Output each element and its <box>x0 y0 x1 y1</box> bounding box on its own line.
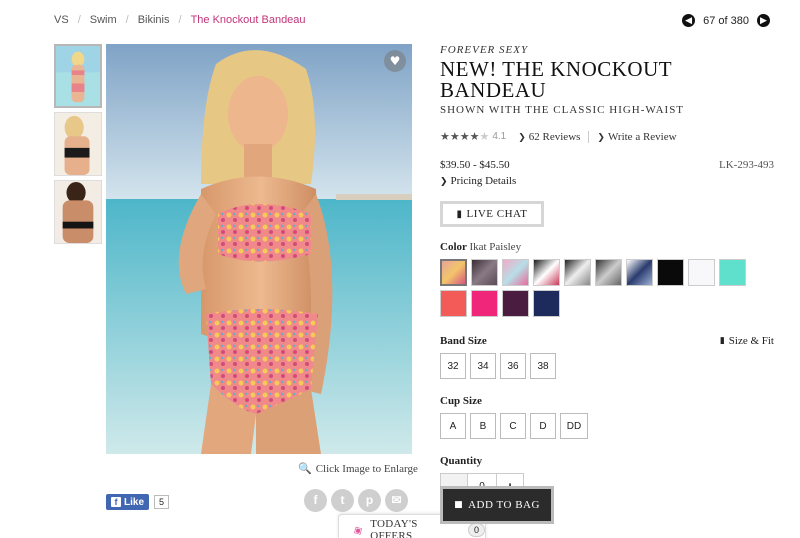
rating-row: ★★★★★ 4.1 ❯ 62 Reviews ❯ Write a Review <box>440 130 774 143</box>
pager-count: 67 of 380 <box>703 14 749 27</box>
cup-size-option-a[interactable]: A <box>440 413 466 439</box>
band-size-option-36[interactable]: 36 <box>500 353 526 379</box>
chevron-right-icon: ❯ <box>597 132 605 143</box>
band-size-label: Band Size <box>440 335 487 347</box>
write-review-label: Write a Review <box>607 130 677 143</box>
add-to-bag-label: ADD TO BAG <box>468 499 540 511</box>
chevron-right-icon[interactable]: ▶ <box>757 14 770 27</box>
cup-size-options: A B C D DD <box>440 413 774 439</box>
color-swatch-animal-print[interactable] <box>471 259 498 286</box>
divider <box>588 130 590 143</box>
color-swatch-turquoise[interactable] <box>719 259 746 286</box>
color-swatch-black[interactable] <box>657 259 684 286</box>
twitter-share-icon[interactable]: t <box>331 489 354 512</box>
color-swatch-ikat-paisley[interactable] <box>440 259 467 286</box>
color-swatch-white[interactable] <box>688 259 715 286</box>
facebook-like-button[interactable]: f Like <box>106 494 150 510</box>
product-price: $39.50 - $45.50 <box>440 159 510 171</box>
breadcrumb-separator: / <box>125 14 129 26</box>
enlarge-link[interactable]: 🔍 Click Image to Enlarge <box>298 462 418 475</box>
rating-value: 4.1 <box>492 131 507 142</box>
price-row: $39.50 - $45.50 LK-293-493 <box>440 159 774 171</box>
main-product-image[interactable]: ♥ <box>106 44 412 454</box>
band-size-options: 32 34 36 38 <box>440 353 774 379</box>
band-size-option-32[interactable]: 32 <box>440 353 466 379</box>
product-pager: ◀ 67 of 380 ▶ <box>682 14 770 27</box>
live-chat-button[interactable]: ▮ LIVE CHAT <box>440 201 544 227</box>
thumbnail-3[interactable] <box>54 180 102 244</box>
price-tag-icon: ◈ <box>350 521 366 538</box>
cup-size-label: Cup Size <box>440 395 482 407</box>
size-fit-link[interactable]: ▮ Size & Fit <box>720 335 774 347</box>
cup-size-option-dd[interactable]: DD <box>560 413 588 439</box>
live-chat-label: LIVE CHAT <box>466 208 528 220</box>
reviews-link[interactable]: ❯ 62 Reviews <box>518 131 580 143</box>
breadcrumb-separator: / <box>77 14 81 26</box>
color-swatch-stripe[interactable] <box>533 259 560 286</box>
lock-icon: ■ <box>454 500 464 510</box>
cup-size-option-c[interactable]: C <box>500 413 526 439</box>
thumbnail-2[interactable] <box>54 112 102 176</box>
cup-size-option-d[interactable]: D <box>530 413 556 439</box>
enlarge-label: Click Image to Enlarge <box>315 462 418 475</box>
color-label: Color Ikat Paisley <box>440 241 774 253</box>
wishlist-heart-icon[interactable]: ♥ <box>384 50 406 72</box>
band-size-option-38[interactable]: 38 <box>530 353 556 379</box>
thumbnail-1[interactable] <box>54 44 102 108</box>
color-selected-value: Ikat Paisley <box>469 241 522 253</box>
product-details-panel: FOREVER SEXY NEW! THE KNOCKOUT BANDEAU S… <box>440 44 774 499</box>
breadcrumb: VS / Swim / Bikinis / The Knockout Bande… <box>54 14 306 26</box>
size-fit-label: Size & Fit <box>728 335 774 347</box>
color-swatch-hot-pink[interactable] <box>471 290 498 317</box>
chevron-right-icon: ❯ <box>518 132 526 143</box>
chevron-left-icon[interactable]: ◀ <box>682 14 696 27</box>
breadcrumb-vs[interactable]: VS <box>54 14 69 26</box>
breadcrumb-bikinis[interactable]: Bikinis <box>138 14 170 26</box>
breadcrumb-current: The Knockout Bandeau <box>190 14 306 26</box>
breadcrumb-separator: / <box>178 14 182 26</box>
product-sku: LK-293-493 <box>719 159 774 171</box>
star-rating: ★★★★★ <box>440 130 490 143</box>
band-size-option-34[interactable]: 34 <box>470 353 496 379</box>
facebook-icon: f <box>111 497 121 507</box>
breadcrumb-swim[interactable]: Swim <box>90 14 117 26</box>
facebook-like-label: Like <box>124 496 145 508</box>
thumbnail-list <box>54 44 102 248</box>
color-swatch-plum[interactable] <box>502 290 529 317</box>
color-label-text: Color <box>440 241 467 253</box>
facebook-share-icon[interactable]: f <box>304 489 327 512</box>
color-swatches <box>440 259 780 321</box>
ruler-icon: ▮ <box>719 336 725 346</box>
pinterest-share-icon[interactable]: p <box>358 489 381 512</box>
color-swatch-coral[interactable] <box>440 290 467 317</box>
color-swatch-navy[interactable] <box>533 290 560 317</box>
chat-bubble-icon: ▮ <box>456 208 463 220</box>
add-to-bag-button[interactable]: ■ ADD TO BAG <box>440 486 554 524</box>
chevron-right-icon: ❯ <box>440 177 448 187</box>
reviews-label: 62 Reviews <box>528 130 581 143</box>
facebook-like-count: 5 <box>154 495 170 509</box>
color-swatch-floral-pink[interactable] <box>502 259 529 286</box>
band-size-header: Band Size ▮ Size & Fit <box>440 335 774 347</box>
todays-offers-count: 0 <box>467 522 485 537</box>
write-review-link[interactable]: ❯ Write a Review <box>597 131 676 143</box>
color-swatch-navy-ikat[interactable] <box>626 259 653 286</box>
facebook-like-widget: f Like 5 <box>106 494 170 510</box>
share-icons: f t p ✉ <box>304 489 408 512</box>
product-title: NEW! THE KNOCKOUT BANDEAU <box>440 57 672 102</box>
quantity-label: Quantity <box>440 455 483 467</box>
product-subtitle: SHOWN WITH THE CLASSIC HIGH-WAIST <box>440 104 685 116</box>
pricing-details-link[interactable]: ❯ Pricing Details <box>440 175 774 187</box>
email-share-icon[interactable]: ✉ <box>385 489 408 512</box>
zoom-icon: 🔍 <box>298 462 312 475</box>
pricing-details-label: Pricing Details <box>450 175 517 187</box>
color-swatch-metallic[interactable] <box>564 259 591 286</box>
product-brand: FOREVER SEXY <box>440 44 529 56</box>
cup-size-option-b[interactable]: B <box>470 413 496 439</box>
color-swatch-black-white-print[interactable] <box>595 259 622 286</box>
